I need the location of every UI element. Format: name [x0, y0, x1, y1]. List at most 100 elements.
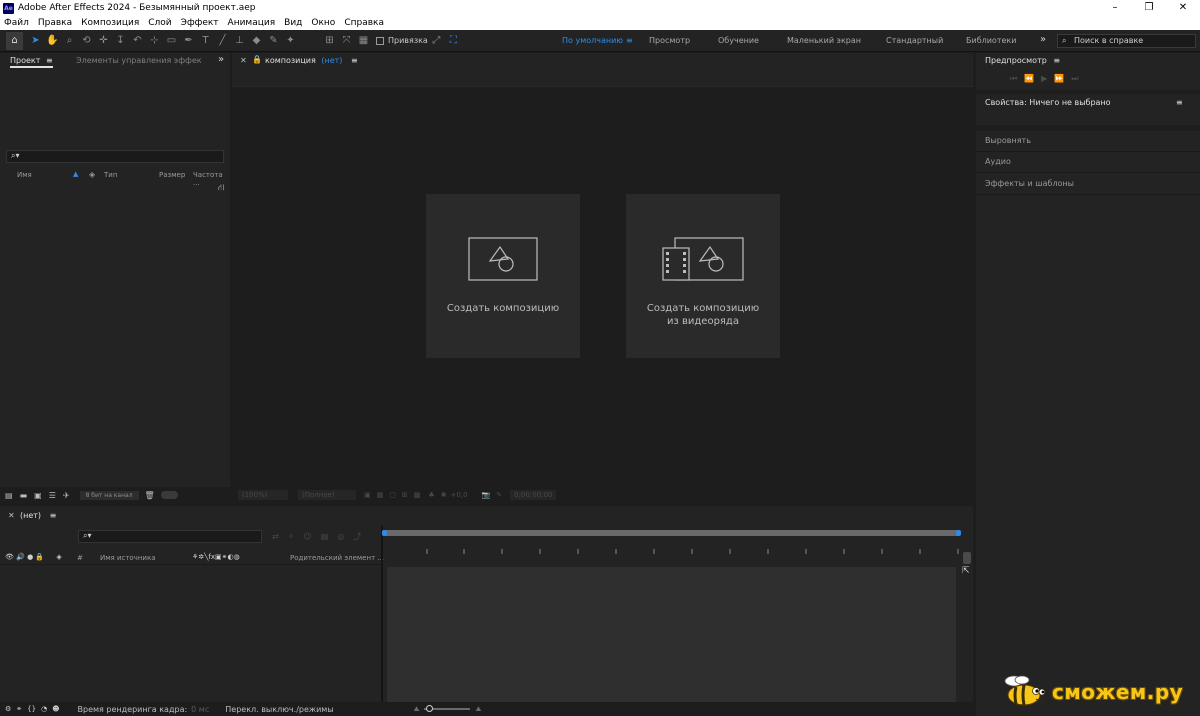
menu-edit[interactable]: Правка	[38, 18, 72, 28]
video-eye-icon[interactable]: 👁	[5, 553, 14, 561]
anchor-point-tool-icon[interactable]: ⊹	[146, 32, 163, 50]
tab-project[interactable]: Проект ≡	[10, 56, 53, 68]
zoom-tool-icon[interactable]: ⌕	[61, 32, 78, 50]
lock-icon[interactable]: 🔒	[35, 553, 44, 561]
toggle-switch[interactable]	[160, 491, 178, 499]
motion-blur-icon[interactable]: ◎	[337, 532, 353, 541]
workspace-overflow-icon[interactable]: »	[1040, 34, 1046, 45]
trash-icon[interactable]: 🗑	[145, 491, 155, 500]
eraser-tool-icon[interactable]: ◆	[248, 32, 265, 50]
new-composition-card[interactable]: Создать композицию	[426, 194, 580, 358]
timeline-search-input[interactable]: ⌕▾	[78, 530, 262, 543]
orbit-camera-icon[interactable]: ⟲	[78, 32, 95, 50]
workspace-libraries[interactable]: Библиотеки	[966, 36, 1016, 45]
tab-preview[interactable]: Предпросмотр ≡	[985, 56, 1060, 65]
snap-options-icon[interactable]: ⤢	[428, 32, 445, 50]
exposure-reset-icon[interactable]: ✺	[441, 491, 447, 499]
in-out-toggle-icon[interactable]: {}	[27, 705, 36, 713]
zoom-out-icon[interactable]: ⛰	[414, 705, 420, 714]
column-framerate[interactable]: Частота ...	[193, 171, 230, 187]
column-name[interactable]: Имя	[17, 171, 32, 179]
comp-button-icon[interactable]: ⇱	[962, 566, 970, 576]
next-frame-icon[interactable]: ⏩	[1054, 74, 1071, 83]
first-frame-icon[interactable]: ⏮	[1010, 74, 1024, 83]
channels-icon[interactable]: ♣	[428, 491, 434, 499]
region-of-interest-icon[interactable]: ▣	[364, 491, 371, 499]
column-type[interactable]: Тип	[104, 171, 117, 179]
render-queue-icon[interactable]: ✈	[63, 491, 70, 500]
zoom-scrollbar[interactable]	[963, 552, 971, 564]
new-folder-icon[interactable]: ▬	[20, 491, 28, 500]
view-axis-icon[interactable]: ▦	[355, 32, 372, 50]
flowchart-icon[interactable]: ⛙	[218, 183, 224, 194]
workspace-small-screen[interactable]: Маленький экран	[787, 36, 861, 45]
help-search-input[interactable]: ⌕ Поиск в справке	[1057, 34, 1196, 48]
grid-icon[interactable]: ▩	[414, 491, 421, 499]
audio-panel[interactable]: Аудио	[985, 157, 1011, 166]
mask-visibility-icon[interactable]: ▢	[389, 491, 396, 499]
guides-icon[interactable]: ⊞	[402, 491, 408, 499]
dolly-camera-icon[interactable]: ↧	[112, 32, 129, 50]
brush-tool-icon[interactable]: ╱	[214, 32, 231, 50]
type-tool-icon[interactable]: T	[197, 32, 214, 50]
new-composition-from-footage-card[interactable]: Создать композицию из видеоряда	[626, 194, 780, 358]
time-ruler[interactable]	[383, 546, 963, 556]
column-number[interactable]: #	[77, 554, 83, 562]
menu-effect[interactable]: Эффект	[181, 18, 219, 28]
close-button[interactable]: ✕	[1166, 0, 1200, 16]
bit-depth-button[interactable]: 8 бит на канал	[79, 490, 139, 500]
previous-frame-icon[interactable]: ⏪	[1024, 74, 1041, 83]
roto-brush-tool-icon[interactable]: ✎	[265, 32, 282, 50]
menu-view[interactable]: Вид	[284, 18, 302, 28]
workspace-standard[interactable]: Стандартный	[886, 36, 943, 45]
workspace-menu-icon[interactable]: ≡	[626, 36, 633, 45]
menu-help[interactable]: Справка	[344, 18, 384, 28]
snap-checkbox[interactable]	[376, 36, 384, 45]
show-snapshot-icon[interactable]: ✎	[496, 491, 502, 499]
transfer-controls-toggle-icon[interactable]: ⚭	[16, 705, 22, 713]
audio-icon[interactable]: 🔊	[16, 553, 25, 561]
column-source-name[interactable]: Имя источника	[100, 554, 156, 562]
selection-tool-icon[interactable]: ➤	[27, 32, 44, 50]
panel-menu-icon[interactable]: ≡	[351, 56, 358, 65]
rotate-tool-icon[interactable]: ↶	[129, 32, 146, 50]
lock-icon[interactable]: 🔒	[252, 55, 262, 64]
comp-tab[interactable]: композиция (нет) ≡	[265, 56, 358, 65]
layer-switches-icons[interactable]: ⚘✲╲fx▣⚭◐◍	[192, 553, 240, 561]
work-area-end-handle[interactable]	[956, 530, 961, 536]
transparency-grid-icon[interactable]: ▦	[377, 491, 384, 499]
maximize-button[interactable]: ❐	[1132, 0, 1166, 16]
last-frame-icon[interactable]: ⏭	[1071, 74, 1085, 83]
zoom-slider[interactable]	[423, 705, 470, 712]
effects-presets-panel[interactable]: Эффекты и шаблоны	[985, 179, 1074, 188]
close-tab-icon[interactable]: ✕	[8, 511, 15, 520]
new-composition-icon[interactable]: ▣	[34, 491, 42, 500]
close-tab-icon[interactable]: ✕	[240, 56, 247, 65]
comp-flowchart-icon[interactable]: ☻	[52, 705, 59, 713]
current-time-display[interactable]: 0;00;00;00	[510, 490, 557, 500]
rectangle-tool-icon[interactable]: ▭	[163, 32, 180, 50]
composition-mini-flowchart-icon[interactable]: ⇄	[272, 532, 288, 541]
resolution-dropdown[interactable]: (Полное)	[298, 490, 356, 500]
menu-layer[interactable]: Слой	[148, 18, 171, 28]
adjust-settings-icon[interactable]: ☰	[49, 491, 56, 500]
interpret-footage-icon[interactable]: ▤	[5, 491, 13, 500]
work-area-bar[interactable]	[384, 530, 959, 536]
draft-3d-icon[interactable]: ✧	[288, 532, 304, 541]
clone-stamp-tool-icon[interactable]: ⊥	[231, 32, 248, 50]
menu-file[interactable]: Файл	[4, 18, 29, 28]
timeline-tab[interactable]: (нет) ≡	[20, 511, 56, 520]
work-area-start-handle[interactable]	[382, 530, 387, 536]
home-icon[interactable]: ⌂	[6, 31, 23, 50]
menu-window[interactable]: Окно	[311, 18, 335, 28]
panel-overflow-icon[interactable]: »	[218, 54, 224, 65]
project-search-input[interactable]: ⌕▾	[6, 150, 224, 163]
layer-track-area[interactable]	[387, 567, 956, 702]
workspace-learn[interactable]: Обучение	[718, 36, 759, 45]
hand-tool-icon[interactable]: ✋	[44, 32, 61, 50]
timeline-switches[interactable]: ⇄✧☺▤◎⤴	[272, 531, 370, 542]
tab-effect-controls[interactable]: Элементы управления эффектами	[76, 56, 202, 65]
menu-animation[interactable]: Анимация	[228, 18, 276, 28]
minimize-button[interactable]: –	[1098, 0, 1132, 16]
toggle-switches-modes[interactable]: Перекл. выключ./режимы	[225, 705, 333, 714]
